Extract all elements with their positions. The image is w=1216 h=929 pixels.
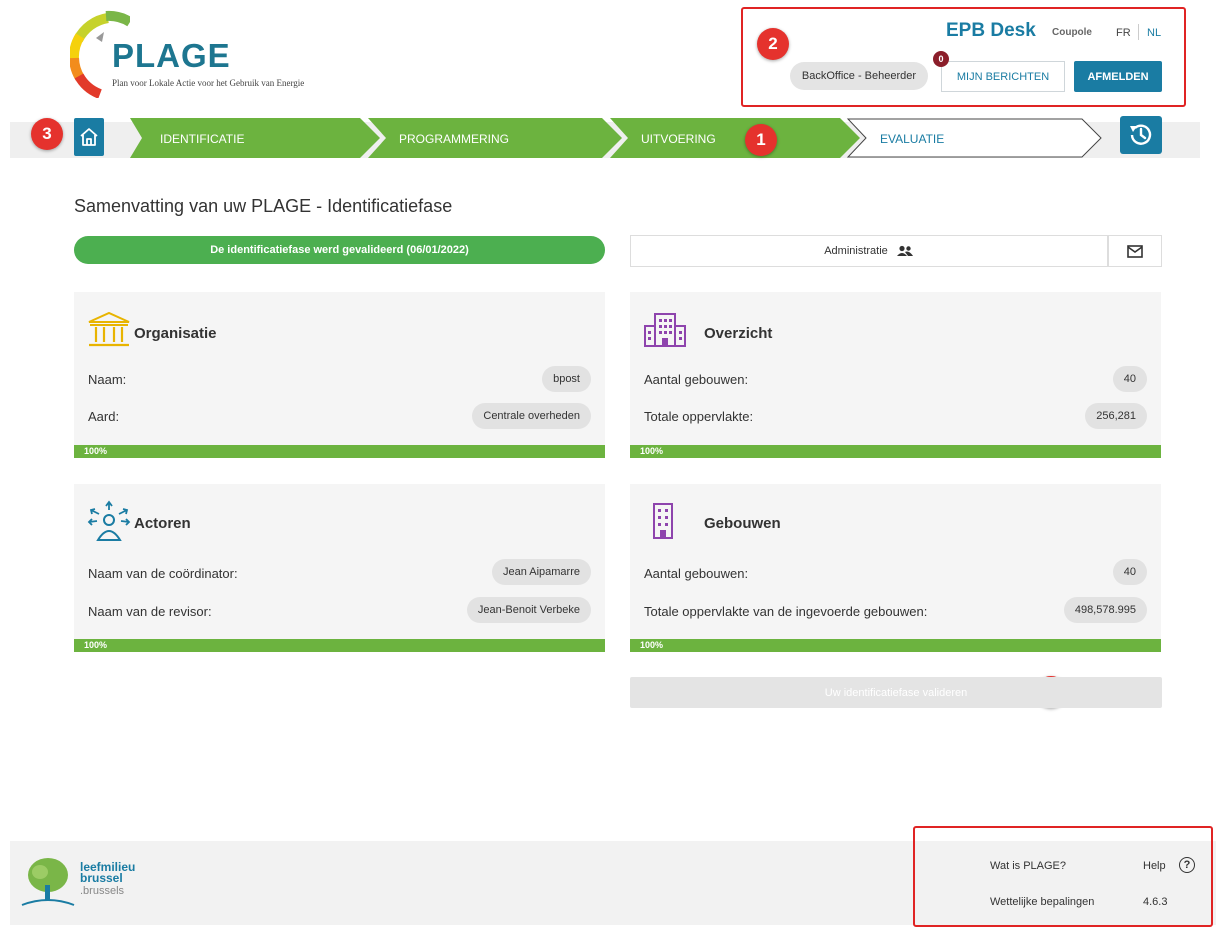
organisatie-card: Organisatie Naam: bpost Aard: Centrale o… (74, 292, 605, 458)
lang-fr-link[interactable]: FR (1116, 27, 1131, 39)
organisatie-naam-label: Naam: (88, 372, 127, 387)
app-subtitle: Coupole (1052, 27, 1092, 38)
gebouwen-aantal-value: 40 (1112, 559, 1147, 585)
organisatie-aard-value: Centrale overheden (472, 403, 591, 429)
overzicht-title: Overzicht (704, 325, 773, 342)
organisatie-progress: 100% (74, 445, 605, 458)
overzicht-aantal-value: 40 (1112, 366, 1147, 392)
role-badge: BackOffice - Beheerder (790, 62, 928, 90)
actors-icon (87, 500, 131, 541)
plage-logo[interactable]: PLAGE Plan voor Lokale Actie voor het Ge… (70, 10, 360, 100)
lang-separator (1138, 24, 1139, 40)
what-is-plage-link[interactable]: Wat is PLAGE? (990, 860, 1066, 872)
footer-brand-sub: .brussels (80, 885, 125, 897)
actoren-title: Actoren (134, 515, 191, 532)
overzicht-oppervlakte-value: 256,281 (1085, 403, 1147, 429)
messages-button[interactable]: MIJN BERICHTEN (941, 61, 1065, 92)
home-icon (80, 128, 98, 146)
marker-1: 1 (745, 124, 777, 156)
gebouwen-oppervlakte-label: Totale oppervlakte van de ingevoerde geb… (644, 604, 928, 619)
marker-3: 3 (31, 118, 63, 150)
steps-chevrons (130, 118, 1102, 158)
legal-link[interactable]: Wettelijke bepalingen (990, 896, 1094, 908)
history-button[interactable] (1120, 116, 1162, 154)
logout-button[interactable]: AFMELDEN (1074, 61, 1162, 92)
gebouwen-oppervlakte-value: 498,578.995 (1063, 597, 1147, 623)
app-title: EPB Desk (946, 20, 1036, 41)
logo-title: PLAGE (112, 37, 231, 74)
history-icon (1130, 124, 1152, 145)
actoren-card: Actoren Naam van de coördinator: Jean Ai… (74, 484, 605, 652)
buildings-icon (644, 313, 686, 347)
footer-brand-line2: brussel (80, 871, 123, 885)
page-title: Samenvatting van uw PLAGE - Identificati… (74, 196, 453, 216)
leefmilieu-tree-logo[interactable] (20, 855, 76, 911)
step-label-evaluatie[interactable]: EVALUATIE (880, 132, 944, 146)
version-label: 4.6.3 (1143, 896, 1168, 908)
validate-phase-button[interactable]: Uw identificatiefase valideren (630, 677, 1162, 708)
logo-subtitle: Plan voor Lokale Actie voor het Gebruik … (112, 78, 305, 88)
footer-highlight-box (913, 826, 1213, 927)
footer-brand: leefmilieu brussel (80, 861, 135, 885)
organisatie-aard-label: Aard: (88, 409, 120, 424)
revisor-value: Jean-Benoit Verbeke (466, 597, 591, 623)
administratie-button[interactable]: Administratie (630, 235, 1108, 267)
overzicht-aantal-label: Aantal gebouwen: (644, 372, 749, 387)
users-icon (896, 245, 913, 256)
gebouwen-progress: 100% (630, 639, 1161, 652)
institution-icon (88, 311, 130, 347)
step-label-programmering[interactable]: PROGRAMMERING (399, 132, 509, 146)
organisatie-progress-label: 100% (84, 446, 108, 456)
actoren-progress: 100% (74, 639, 605, 652)
overzicht-progress-label: 100% (640, 446, 664, 456)
gebouwen-title: Gebouwen (704, 515, 781, 532)
mail-icon (1127, 244, 1143, 258)
help-icon[interactable]: ? (1179, 857, 1195, 873)
help-link[interactable]: Help (1143, 860, 1166, 872)
mail-button[interactable] (1108, 235, 1162, 267)
revisor-label: Naam van de revisor: (88, 604, 212, 619)
step-label-identificatie[interactable]: IDENTIFICATIE (160, 132, 244, 146)
overzicht-card: Overzicht Aantal gebouwen: 40 Totale opp… (630, 292, 1161, 458)
gebouwen-card: Gebouwen Aantal gebouwen: 40 Totale oppe… (630, 484, 1161, 652)
actoren-progress-label: 100% (84, 640, 108, 650)
administratie-label: Administratie (824, 245, 888, 257)
home-button[interactable] (74, 118, 104, 156)
step-label-uitvoering[interactable]: UITVOERING (641, 132, 716, 146)
coordinator-value: Jean Aipamarre (491, 559, 591, 585)
coordinator-label: Naam van de coördinator: (88, 566, 238, 581)
organisatie-title: Organisatie (134, 325, 217, 342)
messages-count-badge: 0 (933, 51, 949, 67)
organisatie-naam-value: bpost (542, 366, 591, 392)
overzicht-progress: 100% (630, 445, 1161, 458)
marker-2: 2 (757, 28, 789, 60)
gebouwen-progress-label: 100% (640, 640, 664, 650)
gebouwen-aantal-label: Aantal gebouwen: (644, 566, 749, 581)
building-icon (653, 503, 673, 539)
validated-status-bar: De identificatiefase werd gevalideerd (0… (74, 236, 605, 264)
overzicht-oppervlakte-label: Totale oppervlakte: (644, 409, 754, 424)
lang-nl-link[interactable]: NL (1147, 27, 1161, 39)
